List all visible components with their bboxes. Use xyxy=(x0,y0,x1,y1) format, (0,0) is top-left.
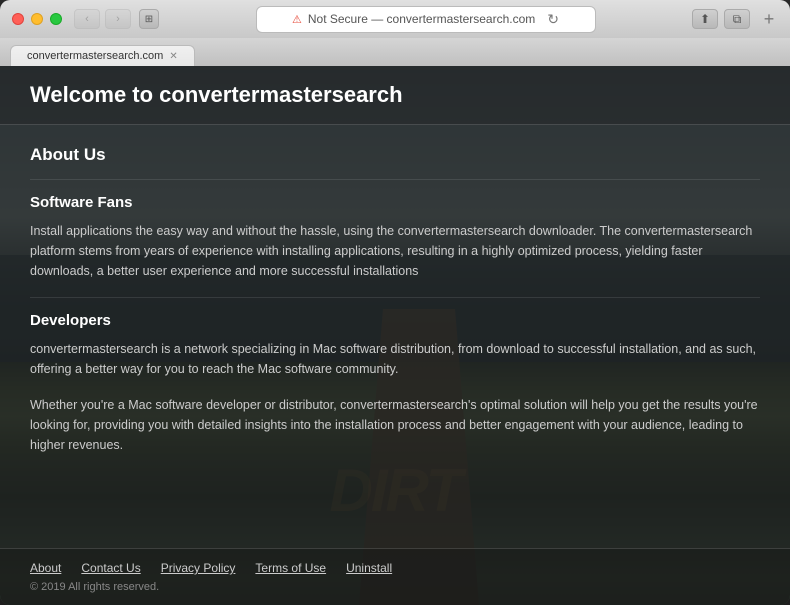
tabbar: convertermastersearch.com ✕ xyxy=(0,38,790,66)
reload-button[interactable]: ↻ xyxy=(547,11,559,28)
titlebar: ‹ › ⊞ ⚠ Not Secure — convertermastersear… xyxy=(0,0,790,38)
footer-link-terms[interactable]: Terms of Use xyxy=(255,561,326,575)
minimize-button[interactable] xyxy=(31,13,43,25)
website-overlay: Welcome to convertermastersearch About U… xyxy=(0,66,790,605)
footer-link-privacy[interactable]: Privacy Policy xyxy=(161,561,236,575)
share-button[interactable]: ⬆ xyxy=(692,9,718,29)
tab-close-icon[interactable]: ✕ xyxy=(169,51,177,62)
tab-label: convertermastersearch.com xyxy=(27,50,163,62)
developers-heading: Developers xyxy=(30,312,760,329)
traffic-lights xyxy=(12,13,62,25)
active-tab[interactable]: convertermastersearch.com ✕ xyxy=(10,45,195,66)
divider-2 xyxy=(30,297,760,298)
site-main: About Us Software Fans Install applicati… xyxy=(0,125,790,548)
site-title: Welcome to convertermastersearch xyxy=(30,82,760,108)
tab-view-button[interactable]: ⊞ xyxy=(139,9,159,29)
add-button[interactable]: + xyxy=(760,10,778,28)
address-bar[interactable]: ⚠ Not Secure — convertermastersearch.com… xyxy=(256,6,596,33)
site-header: Welcome to convertermastersearch xyxy=(0,66,790,125)
footer-link-uninstall[interactable]: Uninstall xyxy=(346,561,392,575)
footer-copyright: © 2019 All rights reserved. xyxy=(30,581,760,593)
software-fans-heading: Software Fans xyxy=(30,194,760,211)
about-us-heading: About Us xyxy=(30,145,760,165)
browser-window: ‹ › ⊞ ⚠ Not Secure — convertermastersear… xyxy=(0,0,790,605)
forward-button[interactable]: › xyxy=(105,9,131,29)
address-text: Not Secure — convertermastersearch.com xyxy=(308,12,535,26)
new-tab-button[interactable]: ⧉ xyxy=(724,9,750,29)
maximize-button[interactable] xyxy=(50,13,62,25)
developers-body-2: Whether you're a Mac software developer … xyxy=(30,395,760,455)
back-button[interactable]: ‹ xyxy=(74,9,100,29)
content-area: DIRT Welcome to convertermastersearch Ab… xyxy=(0,66,790,605)
security-icon: ⚠ xyxy=(292,13,302,26)
developers-body-1: convertermastersearch is a network speci… xyxy=(30,339,760,379)
site-footer: About Contact Us Privacy Policy Terms of… xyxy=(0,548,790,605)
footer-link-about[interactable]: About xyxy=(30,561,61,575)
address-bar-container: ⚠ Not Secure — convertermastersearch.com… xyxy=(169,6,682,33)
nav-buttons: ‹ › xyxy=(74,9,131,29)
footer-links: About Contact Us Privacy Policy Terms of… xyxy=(30,561,760,575)
toolbar-right: ⬆ ⧉ + xyxy=(692,9,778,29)
close-button[interactable] xyxy=(12,13,24,25)
divider-1 xyxy=(30,179,760,180)
footer-link-contact[interactable]: Contact Us xyxy=(81,561,140,575)
software-fans-body: Install applications the easy way and wi… xyxy=(30,221,760,281)
